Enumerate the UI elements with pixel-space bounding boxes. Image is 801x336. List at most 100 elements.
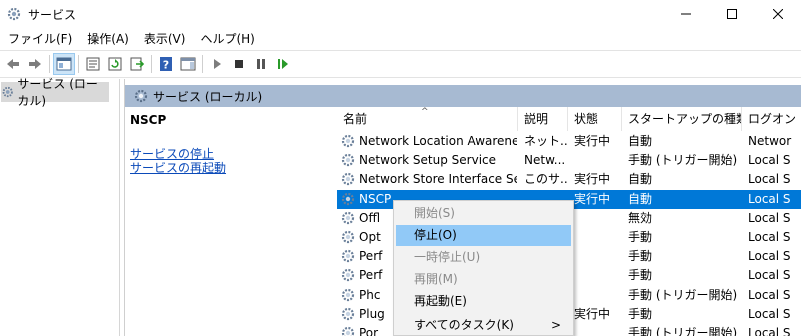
tree-item-label: サービス (ローカル) bbox=[17, 77, 98, 108]
properties-icon bbox=[86, 57, 100, 71]
service-gear-icon bbox=[341, 154, 355, 167]
cell-startup: 手動 bbox=[628, 230, 653, 244]
toolbar-separator bbox=[49, 55, 50, 73]
restart-icon bbox=[278, 59, 288, 69]
forward-button[interactable] bbox=[24, 53, 46, 75]
table-row[interactable]: Network Location Awareness ネット... 実行中 自動 Net… bbox=[337, 132, 801, 151]
maximize-icon bbox=[727, 9, 737, 19]
toolbar: ? bbox=[0, 50, 801, 78]
cell-startup: 自動 bbox=[628, 134, 653, 148]
service-gear-icon bbox=[341, 288, 355, 301]
back-button[interactable] bbox=[2, 53, 24, 75]
stop-service-link[interactable]: サービスの停止 bbox=[130, 147, 330, 161]
cell-startup: 自動 bbox=[628, 191, 653, 206]
cell-status: 実行中 bbox=[574, 172, 611, 187]
pane-header-title: サービス (ローカル) bbox=[153, 89, 263, 104]
close-button[interactable] bbox=[755, 0, 801, 28]
context-menu-restart[interactable]: 再起動(E) bbox=[396, 291, 571, 312]
services-gear-icon bbox=[2, 86, 13, 98]
action-pane-icon bbox=[180, 57, 196, 71]
service-gear-icon bbox=[341, 326, 355, 336]
menu-file[interactable]: ファイル(F) bbox=[3, 29, 77, 49]
cell-logon: Local S bbox=[748, 326, 791, 336]
close-icon bbox=[773, 9, 783, 19]
refresh-button[interactable] bbox=[104, 53, 126, 75]
export-list-button[interactable] bbox=[126, 53, 148, 75]
stop-service-button[interactable] bbox=[228, 53, 250, 75]
services-gear-icon bbox=[7, 7, 21, 21]
submenu-arrow-icon: > bbox=[550, 318, 561, 332]
context-menu-stop[interactable]: 停止(O) bbox=[396, 225, 571, 246]
cell-status bbox=[574, 324, 622, 336]
pane-header: サービス (ローカル) bbox=[125, 85, 801, 107]
toolbar-separator bbox=[151, 55, 152, 73]
pause-service-button[interactable] bbox=[250, 53, 272, 75]
toolbar-separator bbox=[202, 55, 203, 73]
cell-status bbox=[574, 209, 622, 228]
cell-logon: Local S bbox=[748, 153, 791, 168]
tree-item-services-local[interactable]: サービス (ローカル) bbox=[1, 77, 109, 108]
service-gear-icon bbox=[341, 230, 355, 244]
console-tree-icon bbox=[56, 57, 72, 71]
context-menu-pause[interactable]: 一時停止(U) bbox=[396, 247, 571, 268]
table-row[interactable]: Network Setup Service Netw... 手動 (トリガー開始) L… bbox=[337, 151, 801, 170]
menu-action[interactable]: 操作(A) bbox=[82, 29, 134, 49]
cell-status: 実行中 bbox=[574, 306, 611, 321]
show-hide-action-pane-button[interactable] bbox=[177, 53, 199, 75]
export-icon bbox=[130, 57, 145, 71]
cell-status: 実行中 bbox=[574, 134, 611, 148]
menu-view[interactable]: 表示(V) bbox=[139, 29, 191, 49]
toolbar-separator bbox=[78, 55, 79, 73]
cell-startup: 手動 (トリガー開始) bbox=[628, 326, 738, 336]
help-button[interactable]: ? bbox=[155, 53, 177, 75]
service-gear-icon bbox=[341, 307, 355, 320]
sort-ascending-icon: ^ bbox=[421, 107, 429, 117]
properties-button[interactable] bbox=[82, 53, 104, 75]
service-gear-icon bbox=[341, 269, 355, 282]
column-header-description[interactable]: 説明 bbox=[518, 107, 568, 131]
cell-desc: ネット... bbox=[524, 134, 568, 148]
cell-name: Network Location Awareness bbox=[359, 134, 517, 148]
column-header-startup-type[interactable]: スタートアップの種類 bbox=[622, 107, 742, 131]
context-menu: 開始(S) 停止(O) 一時停止(U) 再開(M) 再起動(E) すべてのタスク… bbox=[393, 200, 574, 336]
cell-startup: 手動 (トリガー開始) bbox=[628, 153, 738, 168]
console-tree: サービス (ローカル) bbox=[0, 77, 120, 336]
service-gear-icon bbox=[341, 134, 355, 148]
help-icon: ? bbox=[160, 57, 172, 72]
table-row[interactable]: Network Store Interface Ser... このサ... 実行中 自… bbox=[337, 170, 801, 189]
maximize-button[interactable] bbox=[709, 0, 755, 28]
cell-logon: Local S bbox=[748, 306, 791, 321]
cell-status bbox=[574, 228, 622, 247]
start-service-button[interactable] bbox=[206, 53, 228, 75]
context-menu-all-tasks[interactable]: すべてのタスク(K) > bbox=[396, 315, 571, 336]
service-gear-icon bbox=[341, 250, 355, 263]
column-header-name[interactable]: ^ 名前 bbox=[337, 107, 518, 131]
context-menu-start[interactable]: 開始(S) bbox=[396, 203, 571, 224]
cell-startup: 手動 (トリガー開始) bbox=[628, 287, 738, 302]
refresh-icon bbox=[108, 57, 122, 71]
cell-logon: Local S bbox=[748, 230, 791, 244]
restart-service-link[interactable]: サービスの再起動 bbox=[130, 161, 330, 175]
context-menu-resume[interactable]: 再開(M) bbox=[396, 269, 571, 290]
minimize-icon bbox=[681, 13, 691, 15]
play-icon bbox=[214, 59, 221, 69]
cell-logon: Local S bbox=[748, 191, 791, 206]
cell-name: Network Setup Service bbox=[359, 153, 497, 168]
services-gear-icon bbox=[134, 89, 148, 103]
minimize-button[interactable] bbox=[663, 0, 709, 28]
column-header-logon[interactable]: ログオン bbox=[742, 107, 801, 131]
title-bar: サービス bbox=[0, 0, 801, 28]
cell-status bbox=[574, 286, 622, 305]
service-gear-icon bbox=[341, 173, 355, 186]
table-header: ^ 名前 説明 状態 スタートアップの種類 ログオン bbox=[337, 107, 801, 131]
context-menu-all-tasks-label: すべてのタスク(K) bbox=[414, 318, 514, 332]
selected-service-name: NSCP bbox=[130, 113, 167, 127]
cell-logon: Local S bbox=[748, 249, 791, 264]
cell-startup: 手動 bbox=[628, 249, 653, 264]
service-gear-icon bbox=[341, 192, 355, 205]
column-header-status[interactable]: 状態 bbox=[568, 107, 622, 131]
console-tree-button[interactable] bbox=[53, 53, 75, 75]
restart-service-button[interactable] bbox=[272, 53, 294, 75]
forward-arrow-icon bbox=[29, 59, 41, 69]
menu-help[interactable]: ヘルプ(H) bbox=[195, 29, 259, 49]
